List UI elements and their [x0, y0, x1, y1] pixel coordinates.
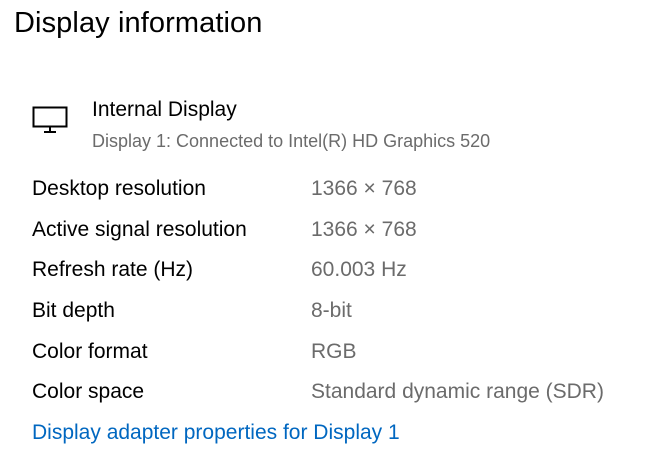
page-title: Display information	[14, 7, 263, 39]
monitor-icon	[32, 106, 74, 134]
info-label: Refresh rate (Hz)	[32, 258, 194, 282]
info-row-desktop-resolution: Desktop resolution 1366 × 768	[32, 171, 652, 212]
info-value: Standard dynamic range (SDR)	[311, 380, 604, 404]
display-header: Internal Display Display 1: Connected to…	[32, 96, 632, 160]
info-row-refresh-rate: Refresh rate (Hz) 60.003 Hz	[32, 252, 652, 293]
info-value: 1366 × 768	[311, 177, 417, 200]
info-row-active-signal-resolution: Active signal resolution 1366 × 768	[32, 212, 652, 253]
info-table: Desktop resolution 1366 × 768 Active sig…	[32, 171, 652, 415]
info-label: Active signal resolution	[32, 217, 247, 241]
info-label: Color space	[32, 380, 145, 404]
info-label: Bit depth	[32, 299, 115, 323]
info-row-color-format: Color format RGB	[32, 334, 652, 375]
display-subtitle: Display 1: Connected to Intel(R) HD Grap…	[92, 131, 491, 151]
display-name: Internal Display	[92, 98, 237, 121]
info-row-bit-depth: Bit depth 8-bit	[32, 293, 652, 334]
info-label: Desktop resolution	[32, 177, 206, 200]
info-row-color-space: Color space Standard dynamic range (SDR)	[32, 374, 652, 415]
info-label: Color format	[32, 339, 148, 363]
display-adapter-properties-link[interactable]: Display adapter properties for Display 1	[32, 421, 400, 445]
info-value: 1366 × 768	[311, 217, 417, 241]
info-value: RGB	[311, 339, 357, 363]
info-value: 8-bit	[311, 299, 352, 323]
info-value: 60.003 Hz	[311, 258, 407, 282]
